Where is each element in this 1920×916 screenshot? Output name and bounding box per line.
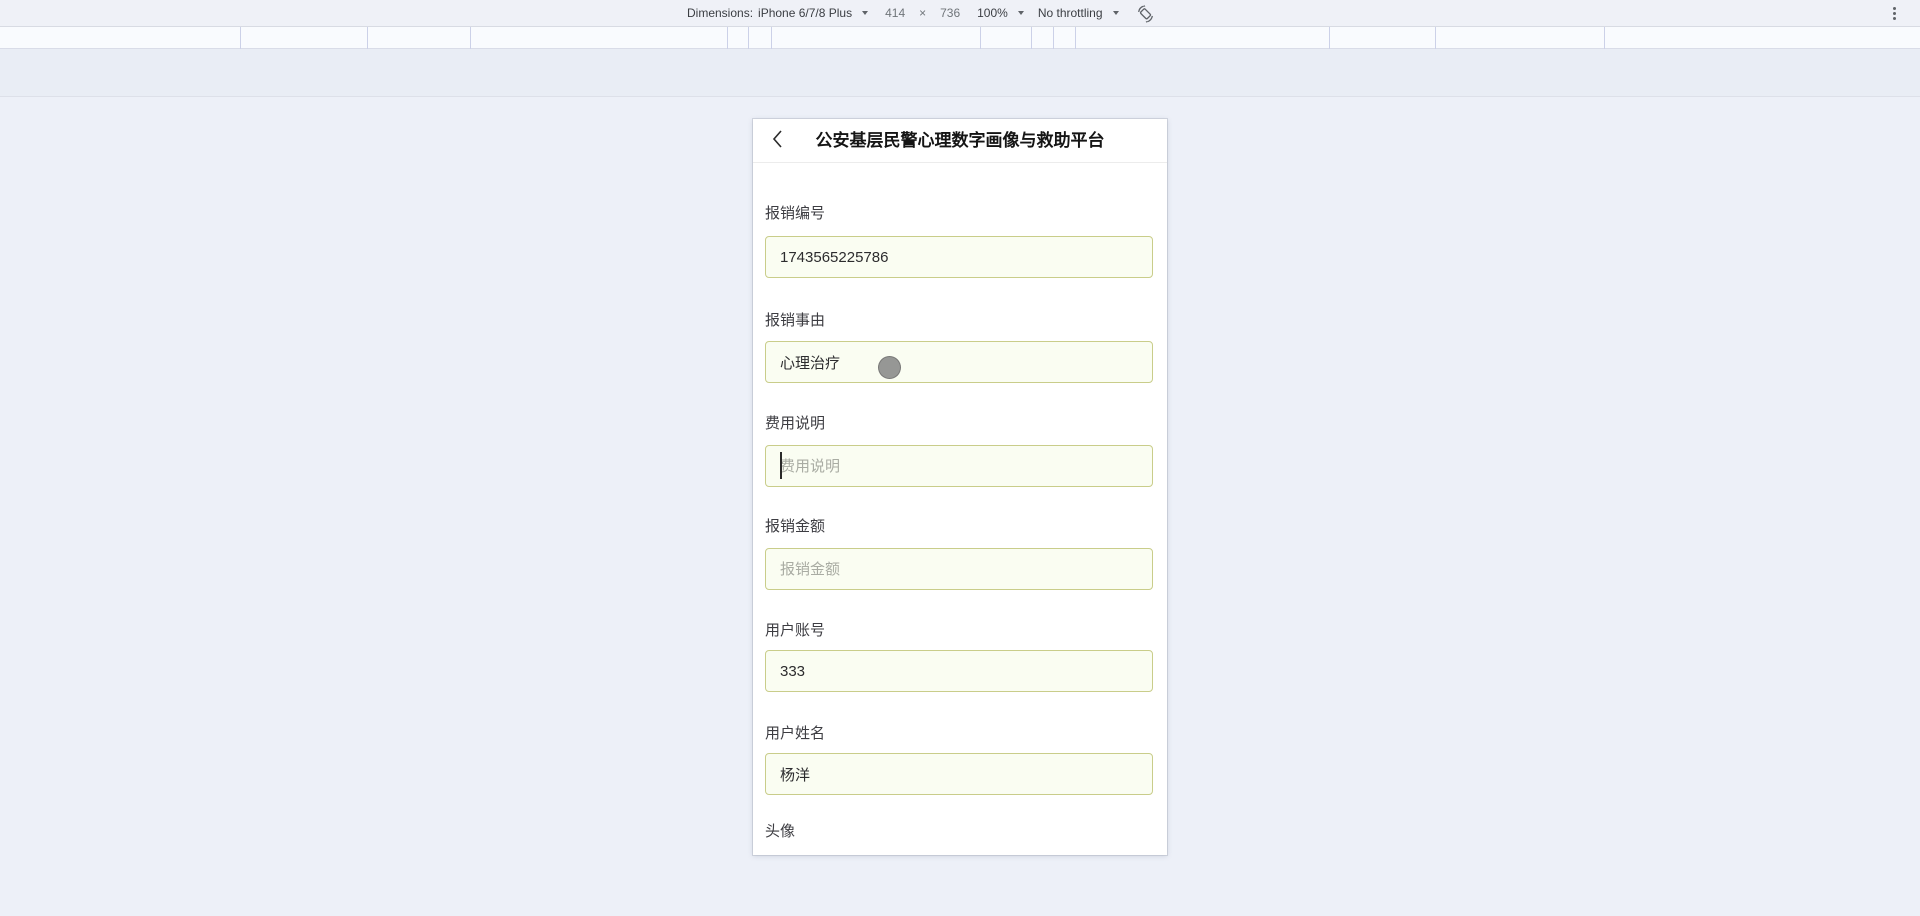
dimensions-label: Dimensions: xyxy=(687,6,754,20)
reimburse-amount-input[interactable] xyxy=(765,548,1153,590)
user-account-input[interactable] xyxy=(765,650,1153,692)
chevron-down-icon xyxy=(1112,11,1119,15)
page-title: 公安基层民警心理数字画像与救助平台 xyxy=(815,131,1105,150)
field-label-fee-description: 费用说明 xyxy=(765,415,826,432)
field-label-user-account: 用户账号 xyxy=(765,622,826,639)
ruler-separator xyxy=(748,27,749,49)
chevron-down-icon xyxy=(1017,11,1024,15)
ruler-separator xyxy=(1329,27,1330,49)
viewport-size-controls: 414 × 736 xyxy=(882,6,963,20)
ruler-separator xyxy=(980,27,981,49)
multiply-sign: × xyxy=(919,6,927,20)
reimburse-no-input[interactable] xyxy=(765,236,1153,278)
zoom-select-value[interactable]: 100% xyxy=(977,6,1008,20)
chevron-down-icon xyxy=(862,11,869,15)
field-label-reimburse-amount: 报销金额 xyxy=(765,518,826,535)
emulation-stage: 公安基层民警心理数字画像与救助平台 报销编号 报销事由 费用说明 报销金额 用户… xyxy=(0,97,1920,916)
app-header: 公安基层民警心理数字画像与救助平台 xyxy=(753,119,1167,163)
toolbar-content: Dimensions: iPhone 6/7/8 Plus 414 × 736 … xyxy=(687,0,1156,26)
ruler-separator xyxy=(1031,27,1032,49)
ruler-row xyxy=(0,27,1920,49)
chevron-left-icon xyxy=(771,129,783,154)
throttling-select-value[interactable]: No throttling xyxy=(1038,6,1103,20)
ruler-separator xyxy=(240,27,241,49)
field-label-reimburse-no: 报销编号 xyxy=(765,205,826,222)
ruler-separator xyxy=(1053,27,1054,49)
screen-rotation-icon[interactable] xyxy=(1135,3,1156,24)
viewport-height-input[interactable]: 736 xyxy=(937,6,963,20)
ruler-separator xyxy=(727,27,728,49)
reimburse-reason-input[interactable] xyxy=(765,341,1153,383)
zoom-selector[interactable]: 100% xyxy=(977,6,1024,20)
ruler-separator xyxy=(470,27,471,49)
text-caret xyxy=(780,452,782,479)
field-label-reimburse-reason: 报销事由 xyxy=(765,312,826,329)
ruler-separator xyxy=(771,27,772,49)
device-selector[interactable]: Dimensions: iPhone 6/7/8 Plus xyxy=(687,6,869,20)
ruler-separator xyxy=(1435,27,1436,49)
ruler-separator xyxy=(1604,27,1605,49)
back-button[interactable] xyxy=(767,129,787,154)
devtools-device-toolbar: Dimensions: iPhone 6/7/8 Plus 414 × 736 … xyxy=(0,0,1920,27)
field-label-user-name: 用户姓名 xyxy=(765,725,826,742)
ruler-separator xyxy=(367,27,368,49)
device-select-value[interactable]: iPhone 6/7/8 Plus xyxy=(758,6,852,20)
throttling-selector[interactable]: No throttling xyxy=(1038,6,1119,20)
field-label-avatar: 头像 xyxy=(765,823,796,840)
viewport-width-input[interactable]: 414 xyxy=(882,6,908,20)
ruler-separator xyxy=(1075,27,1076,49)
vertical-dots-menu-icon[interactable] xyxy=(1886,5,1902,21)
fee-description-input[interactable] xyxy=(765,445,1153,487)
device-viewport: 公安基层民警心理数字画像与救助平台 报销编号 报销事由 费用说明 报销金额 用户… xyxy=(753,119,1167,855)
top-band xyxy=(0,49,1920,97)
user-name-input[interactable] xyxy=(765,753,1153,795)
